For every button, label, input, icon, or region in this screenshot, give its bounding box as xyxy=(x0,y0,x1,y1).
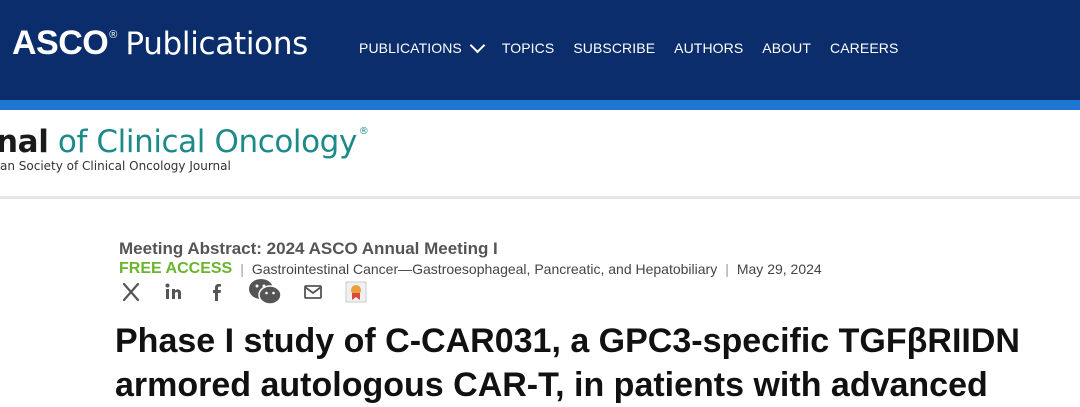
wechat-icon xyxy=(249,279,282,305)
share-bookmark-button[interactable] xyxy=(344,280,368,304)
nav-authors[interactable]: AUTHORS xyxy=(674,40,743,56)
free-access-badge: FREE ACCESS xyxy=(119,260,233,277)
nav-publications[interactable]: PUBLICATIONS xyxy=(359,37,486,56)
nav-subscribe[interactable]: SUBSCRIBE xyxy=(573,40,655,56)
meta-separator: | xyxy=(725,261,729,277)
journal-registered-mark: ® xyxy=(358,126,369,137)
article-title-line-1: Phase I study of C-CAR031, a GPC3-specif… xyxy=(115,322,1020,360)
facebook-icon xyxy=(213,284,221,301)
nav-subscribe-label: SUBSCRIBE xyxy=(573,40,656,56)
nav-topics[interactable]: TOPICS xyxy=(502,40,554,56)
journal-title-bold: nal xyxy=(0,124,49,160)
brand-registered-mark: ® xyxy=(109,29,118,41)
header-accent-stripe xyxy=(0,100,1080,110)
share-wechat-button[interactable] xyxy=(248,279,282,305)
article-category[interactable]: Gastrointestinal Cancer—Gastroesophageal… xyxy=(252,261,717,277)
nav-careers-label: CAREERS xyxy=(830,40,899,56)
article-title: Phase I study of C-CAR031, a GPC3-specif… xyxy=(115,319,1075,407)
journal-title-rest: of Clinical Oncology xyxy=(48,124,357,160)
article-meta: FREE ACCESS | Gastrointestinal Cancer—Ga… xyxy=(119,259,822,279)
nav-topics-label: TOPICS xyxy=(501,40,555,56)
nav-about-label: ABOUT xyxy=(762,40,812,56)
share-email-button[interactable] xyxy=(301,280,325,304)
chevron-down-icon xyxy=(469,37,486,53)
top-navigation-bar: ASCO ® Publications PUBLICATIONS TOPICS … xyxy=(0,0,1080,100)
article-title-line-2: armored autologous CAR-T, in patients wi… xyxy=(115,366,988,404)
main-nav: PUBLICATIONS TOPICS SUBSCRIBE AUTHORS AB… xyxy=(359,37,917,59)
email-icon xyxy=(304,285,322,299)
share-linkedin-button[interactable] xyxy=(162,280,186,304)
nav-authors-label: AUTHORS xyxy=(674,40,744,56)
bookmark-icon xyxy=(345,281,367,303)
nav-about[interactable]: ABOUT xyxy=(762,40,811,56)
journal-title-logo[interactable]: nal of Clinical Oncology ® xyxy=(0,124,369,160)
meta-separator: | xyxy=(240,261,244,277)
share-x-button[interactable] xyxy=(119,280,143,304)
linkedin-icon xyxy=(165,283,181,299)
x-icon xyxy=(122,282,140,302)
brand-publications: Publications xyxy=(125,26,309,62)
nav-careers[interactable]: CAREERS xyxy=(830,40,898,56)
publication-date: May 29, 2024 xyxy=(736,261,822,277)
share-facebook-button[interactable] xyxy=(205,280,229,304)
nav-publications-label: PUBLICATIONS xyxy=(359,40,462,56)
journal-subtitle: an Society of Clinical Oncology Journal xyxy=(0,159,231,173)
share-toolbar xyxy=(119,278,387,306)
meeting-abstract-heading: Meeting Abstract: 2024 ASCO Annual Meeti… xyxy=(119,239,498,258)
asco-publications-logo[interactable]: ASCO ® Publications xyxy=(12,24,308,68)
brand-asco: ASCO xyxy=(12,24,109,62)
